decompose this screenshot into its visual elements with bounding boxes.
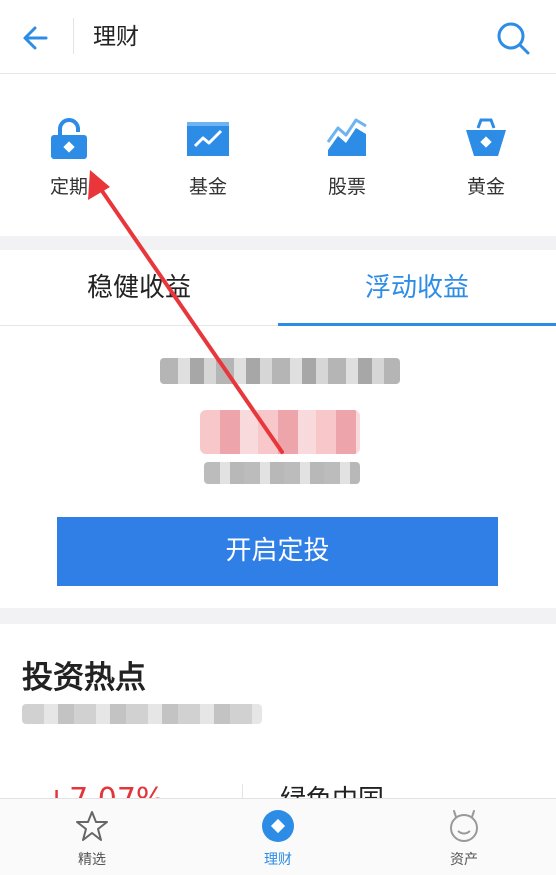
top-bar: 理财 [0, 0, 556, 74]
nav-label: 精选 [78, 852, 106, 868]
bottom-navigation: 精选 理财 资产 [0, 798, 556, 875]
category-item-stock[interactable]: 股票 [297, 116, 397, 226]
section-title: 投资热点 [22, 660, 146, 696]
category-label: 定期 [49, 176, 88, 198]
search-icon[interactable] [493, 18, 533, 58]
category-grid: 定期 基金 股票 黄金 [0, 74, 556, 236]
diamond-circle-icon [262, 810, 294, 842]
lock-icon [51, 118, 87, 159]
tab-stable[interactable]: 稳健收益 [0, 250, 278, 326]
nav-label: 理财 [264, 852, 292, 868]
nav-label: 资产 [450, 852, 478, 868]
star-icon [76, 811, 108, 841]
hot-section: 投资热点 +7.07% 绿色中国 [0, 624, 556, 817]
nav-item-wealth[interactable]: 理财 [218, 809, 338, 869]
back-arrow-icon[interactable] [18, 20, 54, 56]
category-item-gold[interactable]: 黄金 [436, 116, 536, 226]
income-panel: 稳健收益 浮动收益 开启定投 [0, 250, 556, 608]
category-label: 基金 [188, 176, 227, 198]
nav-item-assets[interactable]: 资产 [404, 809, 524, 869]
stock-chart-icon [326, 118, 367, 156]
face-icon [450, 810, 478, 842]
category-label: 股票 [327, 176, 366, 198]
header-divider [73, 18, 74, 54]
fund-chart-icon [187, 122, 229, 156]
page-title: 理财 [93, 24, 139, 50]
blurred-section-subtitle [22, 704, 262, 724]
blurred-promo-headline [160, 358, 400, 384]
tab-floating[interactable]: 浮动收益 [278, 250, 556, 326]
category-item-fixed[interactable]: 定期 [19, 116, 119, 226]
blurred-return-caption [204, 462, 360, 484]
blurred-return-rate [200, 410, 360, 454]
category-item-fund[interactable]: 基金 [158, 116, 258, 226]
nav-item-featured[interactable]: 精选 [32, 809, 152, 869]
tab-active-indicator [278, 323, 556, 326]
start-auto-invest-button[interactable]: 开启定投 [57, 517, 498, 586]
category-label: 黄金 [466, 176, 505, 198]
gold-basket-icon [466, 118, 506, 156]
